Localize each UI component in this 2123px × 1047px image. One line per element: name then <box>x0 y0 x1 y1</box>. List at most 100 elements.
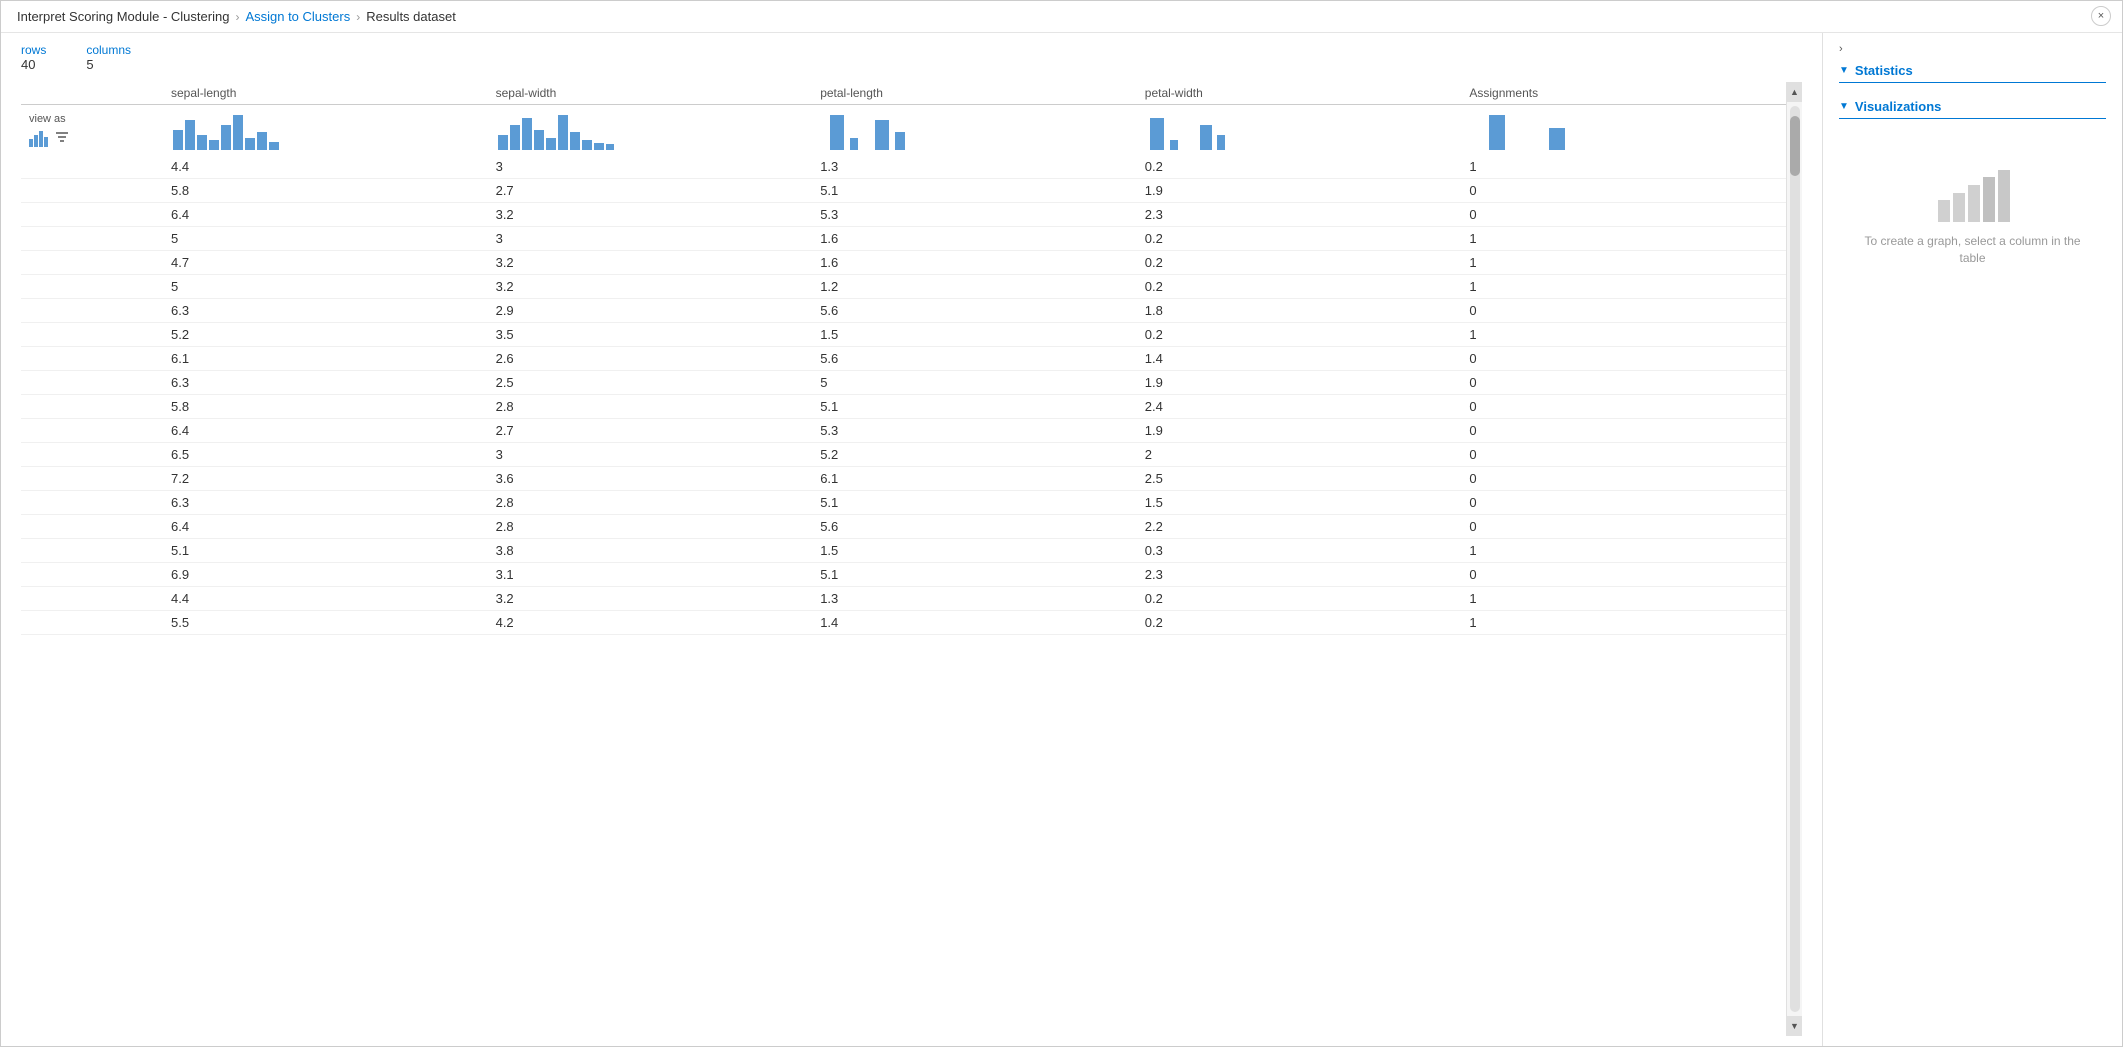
expand-icon[interactable]: › <box>1839 43 2106 55</box>
row-index <box>21 178 163 202</box>
cell-sepal-length: 6.5 <box>163 442 488 466</box>
cell-petal-length: 5.3 <box>812 418 1137 442</box>
cell-sepal-length: 6.4 <box>163 514 488 538</box>
visualizations-header[interactable]: ▼ Visualizations <box>1839 99 2106 119</box>
statistics-section: ▼ Statistics <box>1839 63 2106 83</box>
row-index <box>21 442 163 466</box>
cell-assignments: 0 <box>1461 562 1786 586</box>
cell-petal-width: 1.5 <box>1137 490 1462 514</box>
histogram-sepal-width[interactable] <box>488 105 813 155</box>
cell-assignments: 0 <box>1461 466 1786 490</box>
cell-assignments: 0 <box>1461 514 1786 538</box>
scroll-track <box>1790 106 1800 1012</box>
cell-petal-width: 0.2 <box>1137 250 1462 274</box>
histogram-sepal-length[interactable] <box>163 105 488 155</box>
cell-sepal-width: 3.2 <box>488 274 813 298</box>
cell-sepal-length: 6.3 <box>163 490 488 514</box>
cell-assignments: 1 <box>1461 155 1786 179</box>
cell-petal-width: 2.5 <box>1137 466 1462 490</box>
table-row: 5.13.81.50.31 <box>21 538 1786 562</box>
table-row: 6.93.15.12.30 <box>21 562 1786 586</box>
cell-sepal-width: 2.8 <box>488 514 813 538</box>
cell-petal-length: 1.2 <box>812 274 1137 298</box>
cell-petal-length: 5.1 <box>812 178 1137 202</box>
visualizations-label: Visualizations <box>1855 99 1941 114</box>
table-row: 6.535.220 <box>21 442 1786 466</box>
cell-sepal-width: 3.1 <box>488 562 813 586</box>
view-as-cell: view as <box>21 105 163 155</box>
cell-sepal-length: 5 <box>163 274 488 298</box>
cell-sepal-length: 6.4 <box>163 202 488 226</box>
row-index <box>21 562 163 586</box>
cell-petal-width: 0.3 <box>1137 538 1462 562</box>
view-as-label: view as <box>29 113 155 125</box>
cell-petal-length: 6.1 <box>812 466 1137 490</box>
cell-sepal-length: 6.3 <box>163 298 488 322</box>
scroll-down-button[interactable]: ▼ <box>1787 1016 1803 1036</box>
close-button[interactable]: × <box>2091 6 2111 26</box>
cell-petal-width: 0.2 <box>1137 274 1462 298</box>
cell-petal-length: 5.3 <box>812 202 1137 226</box>
statistics-caret: ▼ <box>1839 65 1849 76</box>
cell-petal-length: 5.1 <box>812 394 1137 418</box>
viz-placeholder-icon <box>1933 165 2013 225</box>
table-row: 6.43.25.32.30 <box>21 202 1786 226</box>
filter-view-icon[interactable] <box>55 130 69 146</box>
row-index <box>21 514 163 538</box>
cell-petal-length: 1.3 <box>812 586 1137 610</box>
cell-assignments: 0 <box>1461 394 1786 418</box>
cell-sepal-length: 5.8 <box>163 394 488 418</box>
row-index <box>21 322 163 346</box>
col-header-assignments[interactable]: Assignments <box>1461 82 1786 105</box>
table-row: 6.32.85.11.50 <box>21 490 1786 514</box>
histogram-petal-width[interactable] <box>1137 105 1462 155</box>
histogram-assignments[interactable] <box>1461 105 1786 155</box>
breadcrumb-part3: Results dataset <box>366 9 456 24</box>
cell-sepal-width: 3 <box>488 226 813 250</box>
col-header-sepal-length[interactable]: sepal-length <box>163 82 488 105</box>
cell-petal-length: 1.6 <box>812 250 1137 274</box>
cell-petal-length: 5.6 <box>812 514 1137 538</box>
visualizations-caret: ▼ <box>1839 101 1849 112</box>
row-index <box>21 466 163 490</box>
cell-sepal-width: 2.5 <box>488 370 813 394</box>
row-index <box>21 346 163 370</box>
row-index <box>21 250 163 274</box>
breadcrumb-part2[interactable]: Assign to Clusters <box>245 9 350 24</box>
scroll-thumb[interactable] <box>1790 116 1800 176</box>
table-row: 6.42.75.31.90 <box>21 418 1786 442</box>
table-row: 4.43.21.30.21 <box>21 586 1786 610</box>
row-index <box>21 274 163 298</box>
histogram-petal-length[interactable] <box>812 105 1137 155</box>
cell-assignments: 0 <box>1461 370 1786 394</box>
table-row: 5.82.75.11.90 <box>21 178 1786 202</box>
cell-petal-width: 0.2 <box>1137 226 1462 250</box>
cell-petal-width: 1.8 <box>1137 298 1462 322</box>
rows-meta: rows 40 <box>21 43 46 72</box>
cell-sepal-width: 3.2 <box>488 250 813 274</box>
row-index <box>21 370 163 394</box>
cell-assignments: 0 <box>1461 202 1786 226</box>
cell-petal-width: 1.9 <box>1137 418 1462 442</box>
histogram-view-icon[interactable] <box>29 129 51 147</box>
table-row: 6.32.95.61.80 <box>21 298 1786 322</box>
cell-sepal-length: 4.4 <box>163 155 488 179</box>
cell-sepal-width: 2.7 <box>488 418 813 442</box>
scroll-up-button[interactable]: ▲ <box>1787 82 1803 102</box>
cell-petal-width: 0.2 <box>1137 610 1462 634</box>
cell-petal-length: 1.5 <box>812 538 1137 562</box>
cell-petal-width: 2.3 <box>1137 562 1462 586</box>
col-header-sepal-width[interactable]: sepal-width <box>488 82 813 105</box>
table-wrapper: sepal-length sepal-width petal-length pe… <box>21 82 1786 1036</box>
cell-assignments: 1 <box>1461 322 1786 346</box>
rows-value: 40 <box>21 57 46 72</box>
cell-sepal-width: 4.2 <box>488 610 813 634</box>
breadcrumb-sep2: › <box>356 10 360 24</box>
cell-petal-width: 2.2 <box>1137 514 1462 538</box>
cell-assignments: 1 <box>1461 226 1786 250</box>
table-row: 531.60.21 <box>21 226 1786 250</box>
statistics-header[interactable]: ▼ Statistics <box>1839 63 2106 83</box>
right-panel: › ▼ Statistics ▼ Visualizations <box>1822 33 2122 1046</box>
col-header-petal-length[interactable]: petal-length <box>812 82 1137 105</box>
col-header-petal-width[interactable]: petal-width <box>1137 82 1462 105</box>
